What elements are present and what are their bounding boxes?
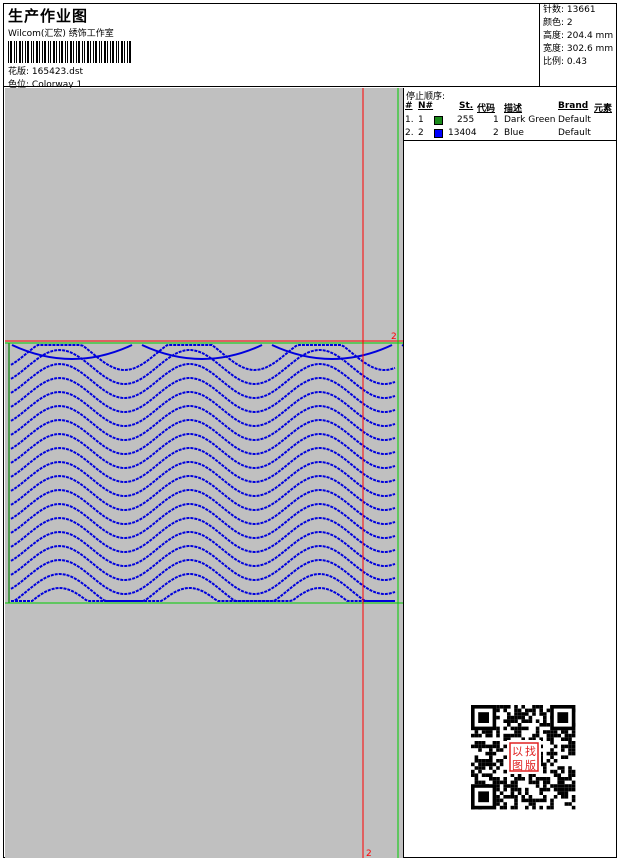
- header-divider: [4, 86, 616, 87]
- col-brand: Brand: [558, 101, 589, 111]
- stop-row: 2. 2 13404 2 Blue Default: [405, 128, 591, 138]
- marker-label-top: 2: [391, 332, 397, 342]
- col-elements: 元素: [594, 104, 613, 114]
- stat-stitches: 针数: 13661: [543, 5, 596, 15]
- stat-width: 宽度: 302.6 mm: [543, 44, 614, 54]
- barcode-icon: [8, 41, 131, 63]
- col-desc: 描述: [504, 104, 523, 114]
- company-name: Wilcom(汇宏) 绣饰工作室: [8, 29, 114, 39]
- svg-text:图: 图: [512, 759, 523, 772]
- table-divider: [404, 140, 616, 141]
- stats-panel: 针数: 13661 颜色: 2 高度: 204.4 mm 宽度: 302.6 m…: [539, 4, 617, 86]
- col-num: #: [405, 101, 413, 111]
- stat-scale: 比例: 0.43: [543, 57, 587, 67]
- stat-colors: 颜色: 2: [543, 18, 573, 28]
- stop-row: 1. 1 255 1 Dark Green Default: [405, 115, 591, 125]
- marker-label-bottom: 2: [366, 849, 372, 858]
- design-canvas: 22: [5, 88, 404, 858]
- design-file: 花版: 165423.dst: [8, 67, 84, 77]
- page-title: 生产作业图: [8, 7, 89, 25]
- svg-text:版: 版: [525, 758, 536, 772]
- color-swatch: [434, 129, 443, 138]
- col-n: N#: [418, 101, 434, 111]
- stop-table-header: # N# St. 代码 描述 Brand 元素: [404, 101, 616, 114]
- col-code: 代码: [477, 104, 496, 114]
- col-st: St.: [459, 101, 474, 111]
- design-file-value: 165423.dst: [31, 67, 84, 77]
- stat-height: 高度: 204.4 mm: [543, 31, 614, 41]
- svg-text:找: 找: [525, 744, 536, 758]
- svg-text:以: 以: [512, 745, 523, 758]
- embroidery-preview: 22: [5, 88, 403, 858]
- header-info: 生产作业图 Wilcom(汇宏) 绣饰工作室 花版: 165423.dst 色位…: [5, 4, 538, 90]
- color-swatch: [434, 116, 443, 125]
- qr-code-icon: 以图找版: [468, 703, 582, 815]
